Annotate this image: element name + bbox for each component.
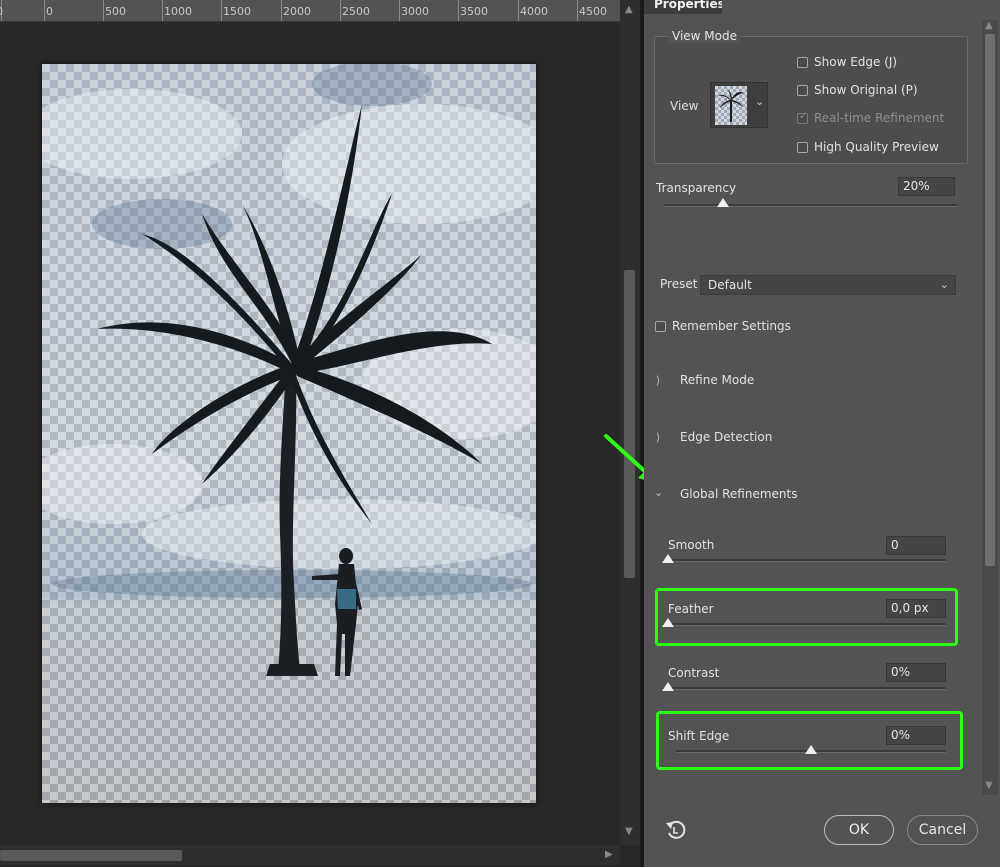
panel-tab-properties[interactable]: Properties — [644, 0, 722, 14]
transparency-field[interactable]: 20% — [898, 177, 955, 196]
canvas-area[interactable]: 0 0 500 1000 1500 2000 2500 3000 3500 40… — [0, 0, 642, 867]
remember-settings-checkbox[interactable] — [655, 321, 666, 332]
shift-edge-label: Shift Edge — [668, 729, 730, 743]
ruler-tick — [399, 0, 400, 21]
cancel-button[interactable]: Cancel — [907, 815, 978, 845]
preset-label: Preset — [660, 277, 698, 291]
ruler-label: 2500 — [342, 5, 370, 18]
ruler-tick — [162, 0, 163, 21]
shift-edge-slider-thumb[interactable] — [805, 745, 817, 754]
ruler-tick — [44, 0, 45, 21]
scroll-right-icon[interactable]: ▶ — [605, 849, 613, 860]
scrollbar-thumb[interactable] — [624, 270, 635, 578]
realtime-refinement-checkbox — [797, 111, 808, 124]
smooth-slider-thumb[interactable] — [662, 554, 674, 563]
ruler-label: 1500 — [223, 5, 251, 18]
ruler-label: 2000 — [283, 5, 311, 18]
transparency-slider-track[interactable] — [664, 204, 957, 207]
document-image[interactable] — [42, 64, 536, 803]
high-quality-preview-label: High Quality Preview — [814, 140, 939, 154]
ruler-label: 4500 — [579, 5, 607, 18]
scroll-up-icon[interactable]: ▲ — [985, 20, 993, 31]
ruler-label: 0 — [46, 5, 53, 18]
scrollbar-thumb[interactable] — [985, 34, 995, 566]
ruler-tick — [577, 0, 578, 21]
view-thumbnail — [715, 86, 747, 125]
ruler-tick — [281, 0, 282, 21]
ruler-tick — [221, 0, 222, 21]
feather-slider-thumb[interactable] — [662, 618, 674, 627]
scroll-down-icon[interactable]: ▼ — [985, 780, 993, 791]
preset-dropdown[interactable]: Default ⌄ — [700, 275, 956, 295]
realtime-refinement-label: Real-time Refinement — [814, 111, 945, 125]
panel-scrollbar[interactable]: ▲ ▼ — [982, 20, 998, 795]
chevron-right-icon: ⟩ — [656, 431, 661, 444]
palm-tree-photo — [42, 64, 536, 803]
preset-value: Default — [708, 278, 752, 292]
scroll-up-icon[interactable]: ▲ — [625, 4, 633, 15]
ruler-label: 3000 — [401, 5, 429, 18]
ruler-label: 1000 — [164, 5, 192, 18]
horizontal-ruler: 0 0 500 1000 1500 2000 2500 3000 3500 40… — [0, 0, 620, 22]
smooth-label: Smooth — [668, 538, 715, 552]
view-mode-dropdown[interactable]: ⌄ — [710, 82, 768, 128]
remember-settings-label: Remember Settings — [672, 319, 791, 333]
canvas-vertical-scrollbar[interactable]: ▲ ▼ — [620, 0, 640, 845]
contrast-slider-track[interactable] — [668, 687, 946, 690]
ruler-tick — [518, 0, 519, 21]
high-quality-preview-checkbox[interactable] — [797, 142, 808, 153]
chevron-down-icon: ⌄ — [755, 95, 765, 108]
feather-slider-track[interactable] — [668, 623, 946, 626]
properties-panel: Properties View Mode View ⌄ Show Edge (J… — [644, 0, 1000, 867]
contrast-field[interactable]: 0% — [886, 663, 946, 682]
scroll-down-icon[interactable]: ▼ — [625, 826, 633, 837]
palm-thumbnail-icon — [718, 89, 744, 122]
contrast-slider-thumb[interactable] — [662, 682, 674, 691]
chevron-down-icon: ⌄ — [939, 278, 949, 291]
smooth-field[interactable]: 0 — [886, 536, 946, 555]
ruler-label: 3500 — [460, 5, 488, 18]
ruler-tick — [340, 0, 341, 21]
canvas-horizontal-scrollbar[interactable]: ▶ — [0, 845, 620, 865]
smooth-slider-track[interactable] — [668, 559, 946, 562]
transparency-slider-thumb[interactable] — [716, 198, 729, 207]
shift-edge-field[interactable]: 0% — [886, 726, 946, 745]
view-label: View — [670, 99, 699, 113]
ruler-label: 4000 — [520, 5, 548, 18]
transparency-label: Transparency — [656, 181, 737, 195]
scrollbar-thumb[interactable] — [0, 850, 182, 861]
show-original-label: Show Original (P) — [814, 83, 918, 97]
feather-field[interactable]: 0,0 px — [886, 599, 946, 618]
ruler-label: 500 — [105, 5, 126, 18]
ruler-tick — [458, 0, 459, 21]
edge-detection-label: Edge Detection — [680, 430, 773, 444]
ok-button[interactable]: OK — [824, 815, 894, 845]
show-edge-label: Show Edge (J) — [814, 55, 898, 69]
ruler-label: 0 — [0, 5, 3, 18]
show-edge-checkbox[interactable] — [797, 57, 808, 68]
refine-mode-label: Refine Mode — [680, 373, 755, 387]
ruler-tick — [103, 0, 104, 21]
view-mode-legend: View Mode — [668, 29, 741, 43]
feather-label: Feather — [668, 602, 714, 616]
contrast-label: Contrast — [668, 666, 720, 680]
show-original-checkbox[interactable] — [797, 85, 808, 96]
chevron-right-icon: ⟩ — [656, 374, 661, 387]
reset-icon[interactable] — [664, 819, 688, 841]
chevron-down-icon: ⌄ — [654, 486, 664, 499]
global-refinements-label: Global Refinements — [680, 487, 798, 501]
